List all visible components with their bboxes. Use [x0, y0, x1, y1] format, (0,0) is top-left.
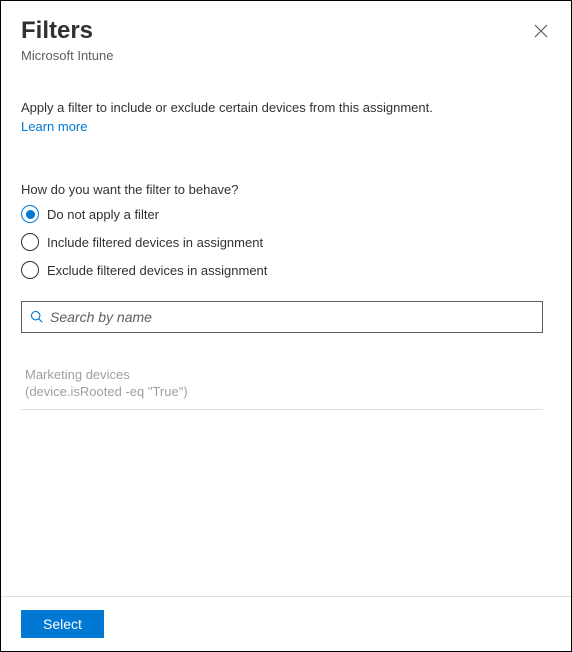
behavior-radio-group: Do not apply a filter Include filtered d… — [21, 205, 543, 279]
search-field-wrapper[interactable] — [21, 301, 543, 333]
search-icon — [30, 310, 44, 324]
search-input[interactable] — [50, 309, 534, 325]
radio-label: Include filtered devices in assignment — [47, 235, 263, 250]
filter-item-name: Marketing devices — [25, 367, 539, 384]
radio-option-do-not-apply[interactable]: Do not apply a filter — [21, 205, 543, 223]
content-scroll[interactable]: Apply a filter to include or exclude cer… — [1, 99, 563, 591]
close-icon — [534, 24, 548, 38]
select-button[interactable]: Select — [21, 610, 104, 638]
panel-footer: Select — [1, 596, 571, 651]
filter-list-item[interactable]: Marketing devices (device.isRooted -eq "… — [21, 361, 543, 410]
intro-text: Apply a filter to include or exclude cer… — [21, 99, 543, 117]
filter-item-rule: (device.isRooted -eq "True") — [25, 384, 539, 401]
panel-subtitle: Microsoft Intune — [21, 48, 551, 63]
radio-option-exclude[interactable]: Exclude filtered devices in assignment — [21, 261, 543, 279]
radio-label: Do not apply a filter — [47, 207, 159, 222]
radio-option-include[interactable]: Include filtered devices in assignment — [21, 233, 543, 251]
panel-header: Filters Microsoft Intune — [1, 1, 571, 71]
radio-icon — [21, 233, 39, 251]
radio-label: Exclude filtered devices in assignment — [47, 263, 267, 278]
learn-more-link[interactable]: Learn more — [21, 119, 87, 134]
radio-icon — [21, 205, 39, 223]
close-button[interactable] — [529, 19, 553, 43]
panel-title: Filters — [21, 17, 551, 46]
radio-icon — [21, 261, 39, 279]
behavior-question-label: How do you want the filter to behave? — [21, 182, 543, 197]
spacer — [21, 410, 543, 591]
filter-list: Marketing devices (device.isRooted -eq "… — [21, 361, 543, 410]
